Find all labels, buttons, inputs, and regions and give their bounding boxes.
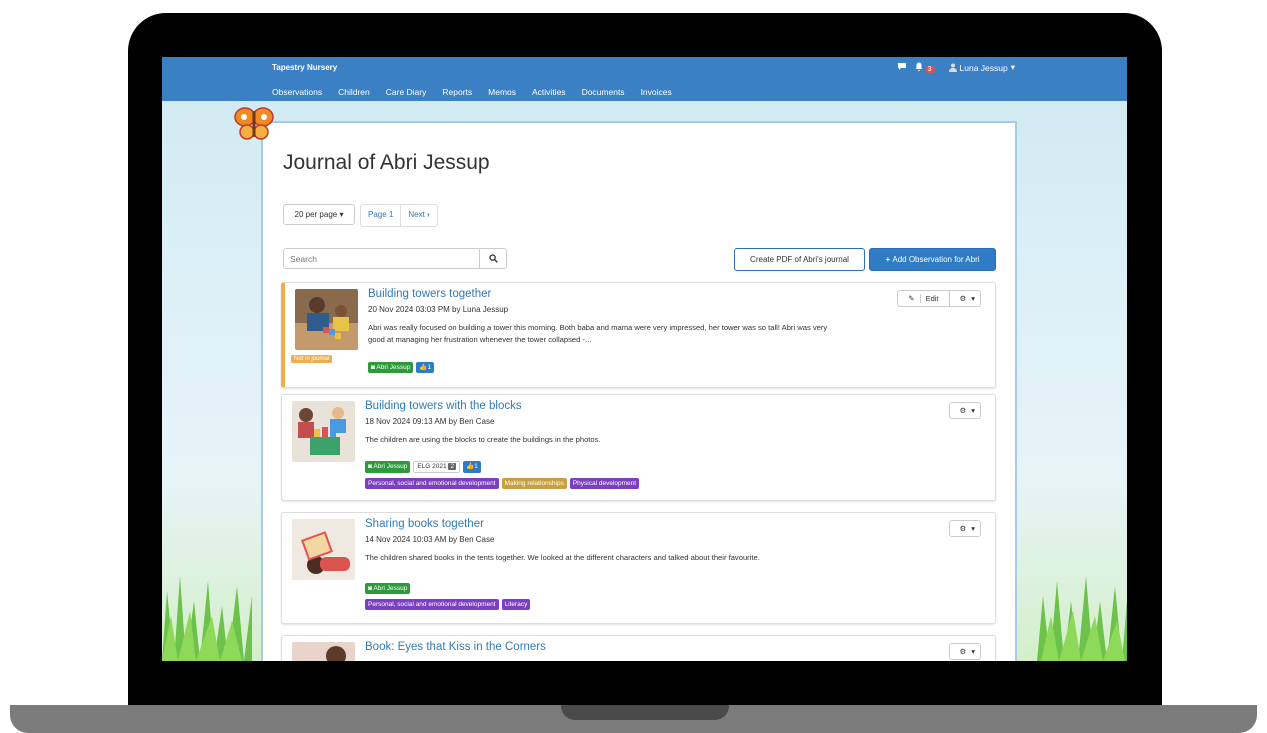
app-screen: Tapestry Nursery Observations Children C… — [162, 57, 1127, 661]
child-tag[interactable]: ◙ Abri Jessup — [365, 461, 411, 473]
brand-label[interactable]: Tapestry Nursery — [272, 63, 337, 72]
observation-actions: ⚙ ▾ — [948, 402, 981, 419]
observation-card[interactable]: Building towers with the blocks 18 Nov 2… — [281, 394, 996, 501]
child-avatar-icon: ◙ — [371, 364, 375, 371]
observation-actions: ✎ Edit ⚙ ▾ — [897, 290, 981, 307]
gear-icon: ⚙ — [959, 524, 967, 533]
observation-actions: ⚙ ▾ — [948, 643, 981, 660]
observation-photo[interactable] — [295, 289, 358, 350]
area-tag[interactable]: Literacy — [501, 599, 531, 610]
observation-actions: ⚙ ▾ — [948, 520, 981, 537]
like-badge[interactable]: 👍1 — [463, 461, 481, 473]
gear-icon: ⚙ — [959, 294, 967, 303]
observation-card[interactable]: Not in journal Building towers together … — [281, 282, 996, 388]
notifications-button[interactable]: 3 — [915, 62, 935, 73]
nav-children[interactable]: Children — [338, 87, 370, 97]
observation-meta: 18 Nov 2024 09:13 AM by Ben Case — [365, 417, 495, 426]
search-box — [283, 248, 507, 269]
observation-card[interactable]: Sharing books together 14 Nov 2024 10:03… — [281, 512, 996, 624]
page-1-link[interactable]: Page 1 — [361, 205, 402, 226]
observation-title[interactable]: Building towers together — [368, 288, 491, 300]
top-navbar: Tapestry Nursery Observations Children C… — [162, 57, 1127, 101]
observation-meta: 20 Nov 2024 03:03 PM by Luna Jessup — [368, 305, 509, 314]
nav-documents[interactable]: Documents — [582, 87, 625, 97]
tag-row: ◙ Abri Jessup 👍1 — [368, 362, 435, 373]
nav-reports[interactable]: Reports — [442, 87, 472, 97]
page-title: Journal of Abri Jessup — [283, 151, 490, 174]
observation-body: Abri was really focused on building a to… — [368, 323, 828, 344]
gear-icon: ⚙ — [959, 406, 967, 415]
settings-dropdown[interactable]: ⚙ ▾ — [950, 521, 981, 536]
grass-decoration-right — [1037, 576, 1127, 661]
area-tag[interactable]: Physical development — [569, 478, 640, 489]
main-nav: Observations Children Care Diary Reports… — [272, 87, 688, 97]
child-avatar-icon: ◙ — [368, 585, 372, 592]
edit-button[interactable]: ✎ Edit — [898, 291, 948, 306]
nav-right: 3 Luna Jessup ▾ — [897, 62, 1015, 73]
plus-icon: + — [885, 255, 891, 264]
not-in-journal-badge: Not in journal — [291, 355, 333, 363]
child-tag[interactable]: ◙ Abri Jessup — [365, 583, 411, 594]
observation-meta: 14 Nov 2024 10:03 AM by Ben Case — [365, 535, 495, 544]
observation-body: The children are using the blocks to cre… — [365, 435, 601, 444]
area-tag[interactable]: Personal, social and emotional developme… — [365, 478, 499, 489]
observation-photo[interactable] — [292, 642, 355, 661]
per-page-dropdown[interactable]: 20 per page ▾ — [283, 204, 355, 225]
create-pdf-button[interactable]: Create PDF of Abri's journal — [734, 248, 865, 271]
thumbs-up-icon: 👍 — [466, 463, 475, 470]
elg-count: 2 — [448, 463, 457, 470]
child-avatar-icon: ◙ — [368, 463, 372, 470]
pagination: Page 1 Next › — [360, 204, 438, 227]
nav-care-diary[interactable]: Care Diary — [386, 87, 427, 97]
next-page-link[interactable]: Next › — [401, 205, 436, 226]
area-tag-row: Personal, social and emotional developme… — [365, 478, 640, 489]
tag-row: ◙ Abri Jessup — [365, 583, 411, 594]
chevron-down-icon: ▾ — [1010, 62, 1015, 72]
observation-card[interactable]: Book: Eyes that Kiss in the Corners ⚙ ▾ — [281, 635, 996, 661]
nav-activities[interactable]: Activities — [532, 87, 566, 97]
user-icon — [948, 63, 957, 72]
settings-dropdown[interactable]: ⚙ ▾ — [950, 644, 981, 659]
butterfly-decoration — [234, 107, 274, 140]
grass-decoration-left — [162, 576, 252, 661]
observation-title[interactable]: Book: Eyes that Kiss in the Corners — [365, 641, 546, 653]
observation-photo[interactable] — [292, 401, 355, 462]
settings-dropdown[interactable]: ⚙ ▾ — [950, 403, 981, 418]
user-name: Luna Jessup — [959, 62, 1008, 73]
nav-observations[interactable]: Observations — [272, 87, 322, 97]
observation-photo[interactable] — [292, 519, 355, 580]
journal-panel: Journal of Abri Jessup 20 per page ▾ Pag… — [261, 121, 1017, 661]
area-tag[interactable]: Personal, social and emotional developme… — [365, 599, 499, 610]
observation-title[interactable]: Building towers with the blocks — [365, 400, 522, 412]
like-badge[interactable]: 👍1 — [416, 362, 435, 373]
notification-badge: 3 — [924, 66, 935, 73]
elg-tag[interactable]: ELG 2021 2 — [413, 461, 461, 473]
settings-dropdown[interactable]: ⚙ ▾ — [948, 291, 981, 306]
add-observation-button[interactable]: + Add Observation for Abri — [869, 248, 996, 271]
observation-title[interactable]: Sharing books together — [365, 518, 484, 530]
nav-invoices[interactable]: Invoices — [641, 87, 672, 97]
tag-row: ◙ Abri Jessup ELG 2021 2 👍1 — [365, 461, 481, 473]
nav-memos[interactable]: Memos — [488, 87, 516, 97]
chevron-right-icon: › — [427, 210, 430, 219]
caret-icon: ▾ — [339, 210, 344, 219]
child-tag[interactable]: ◙ Abri Jessup — [368, 362, 414, 373]
bell-icon — [915, 62, 923, 71]
gear-icon: ⚙ — [959, 647, 967, 656]
chat-icon[interactable] — [897, 62, 907, 73]
search-icon — [488, 254, 498, 263]
search-input[interactable] — [284, 249, 481, 268]
laptop-notch — [561, 705, 729, 720]
observation-body: The children shared books in the tents t… — [365, 553, 760, 562]
area-tag[interactable]: Making relationships — [501, 478, 567, 489]
area-tag-row: Personal, social and emotional developme… — [365, 599, 531, 610]
pencil-icon: ✎ — [908, 294, 915, 303]
search-button[interactable] — [479, 249, 506, 268]
user-menu[interactable]: Luna Jessup ▾ — [948, 62, 1015, 73]
